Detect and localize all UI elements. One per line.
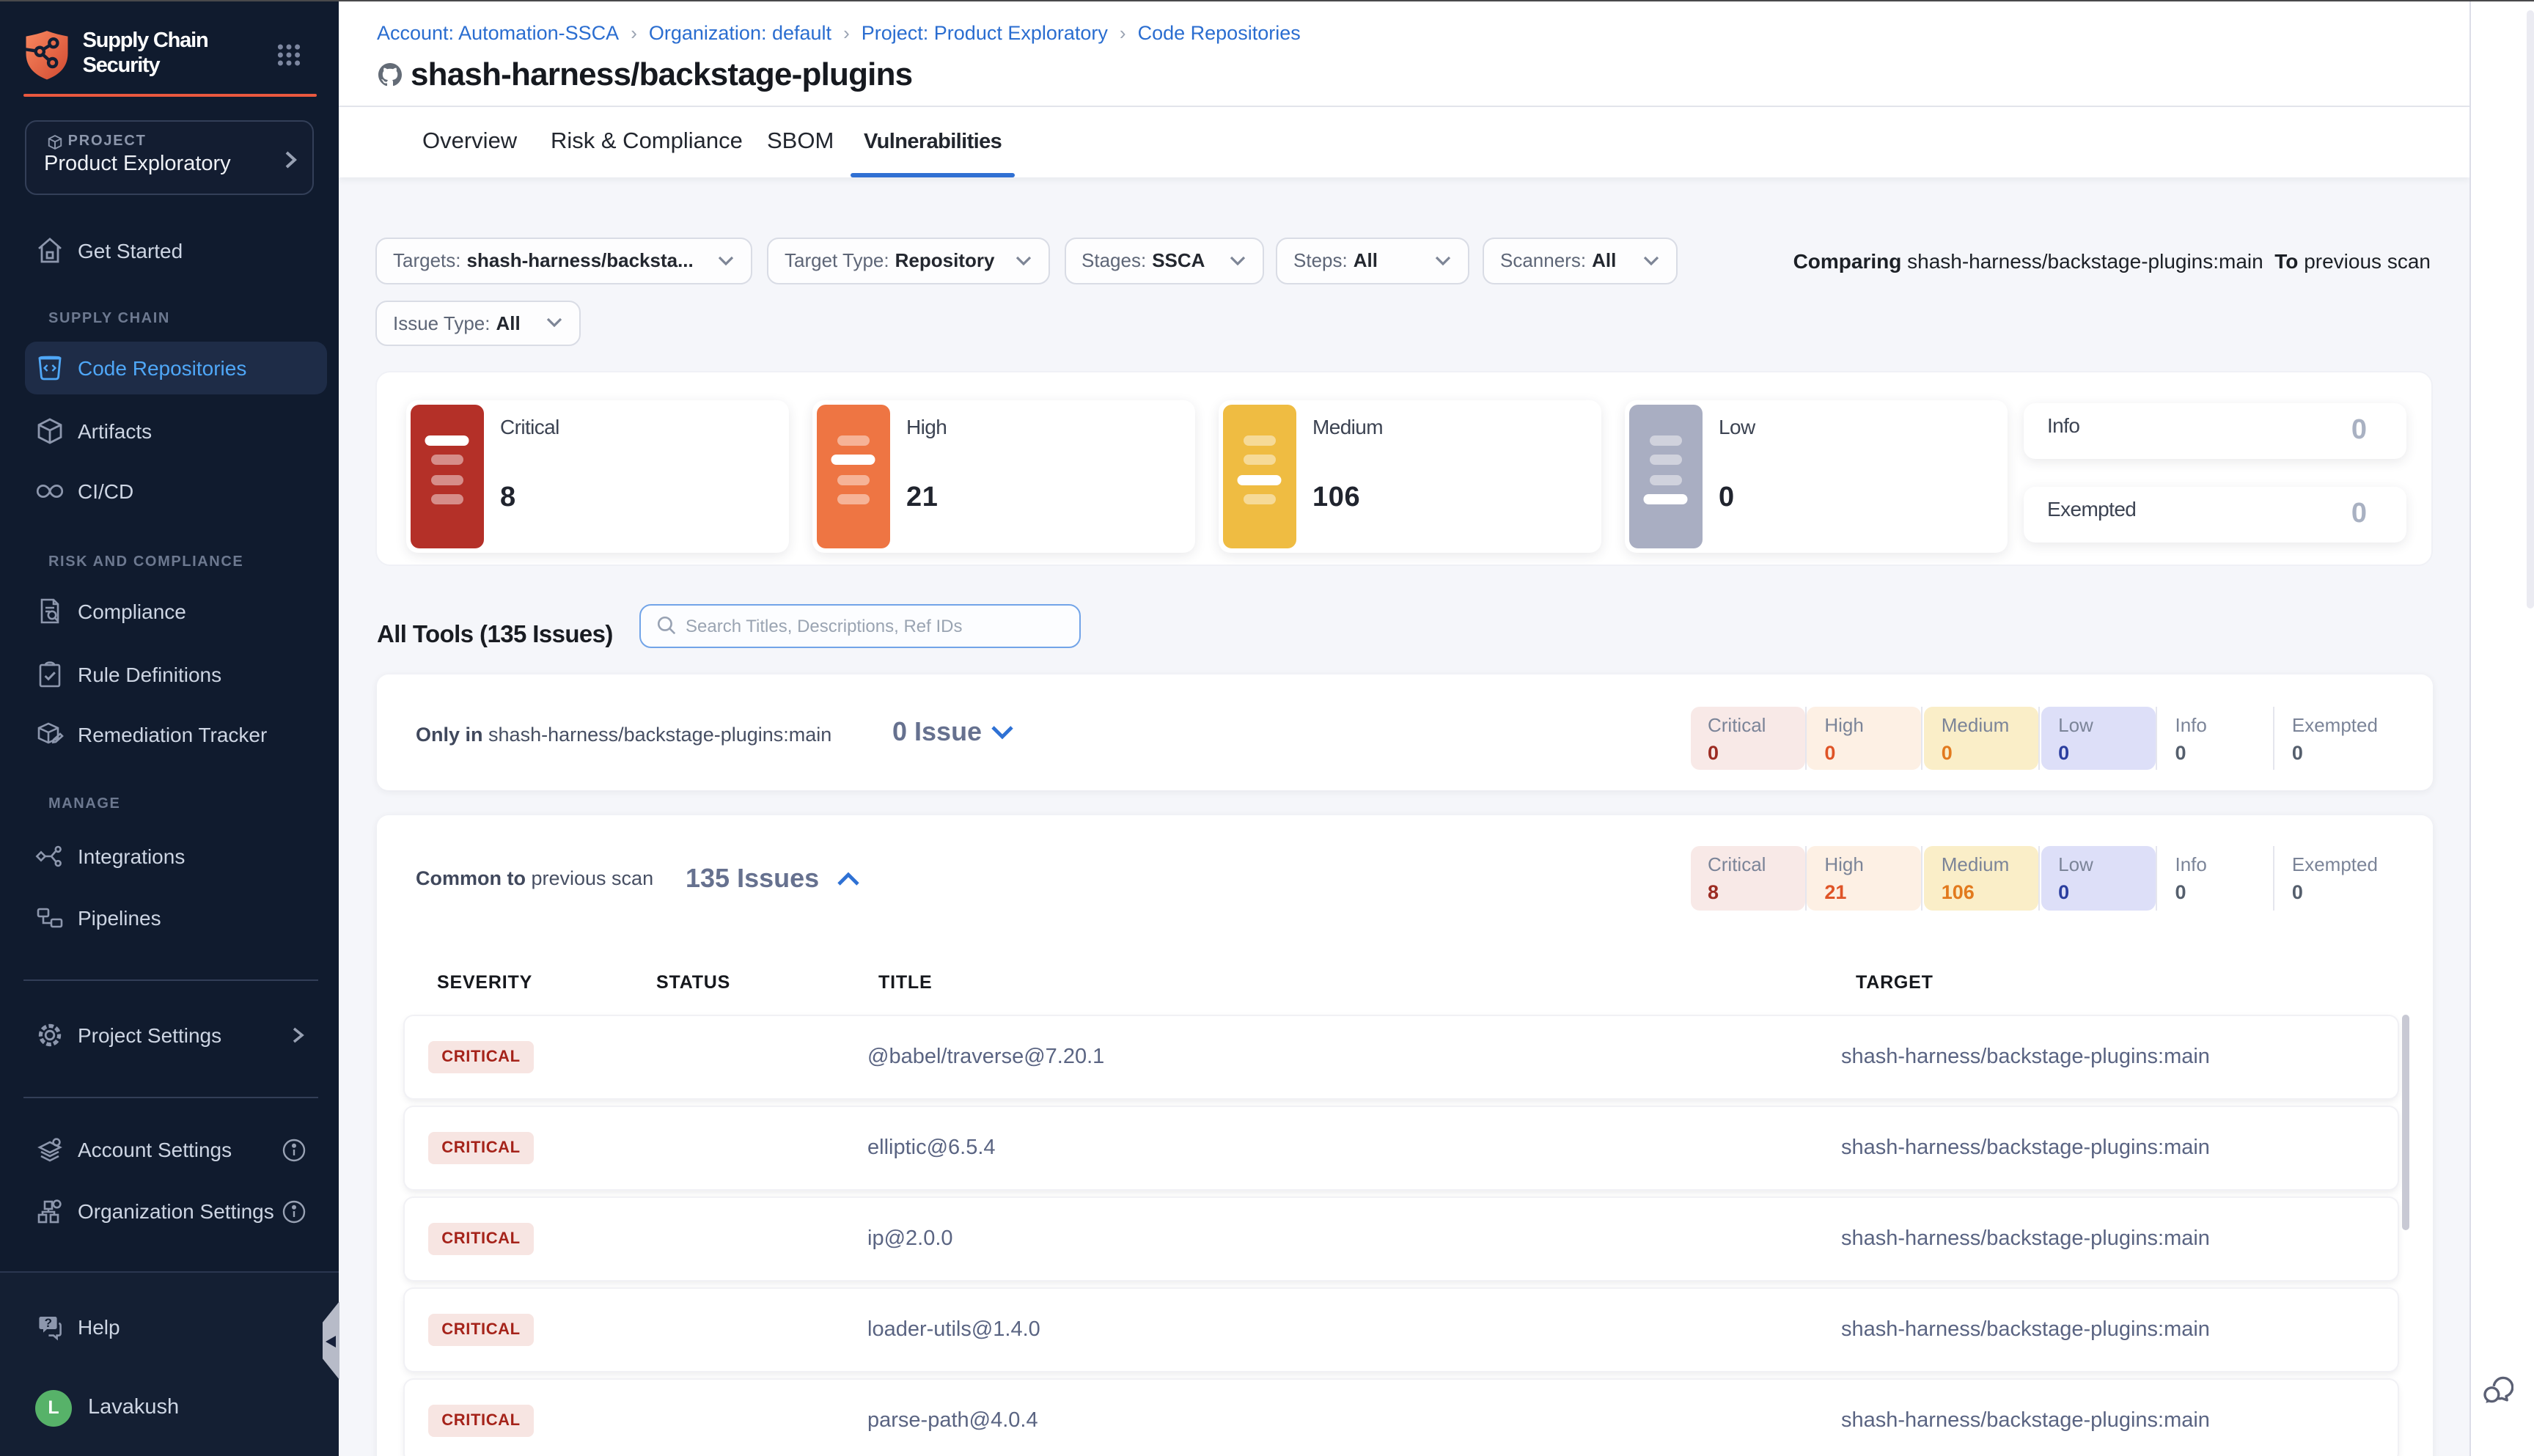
svg-text:?: ? — [45, 1315, 52, 1329]
